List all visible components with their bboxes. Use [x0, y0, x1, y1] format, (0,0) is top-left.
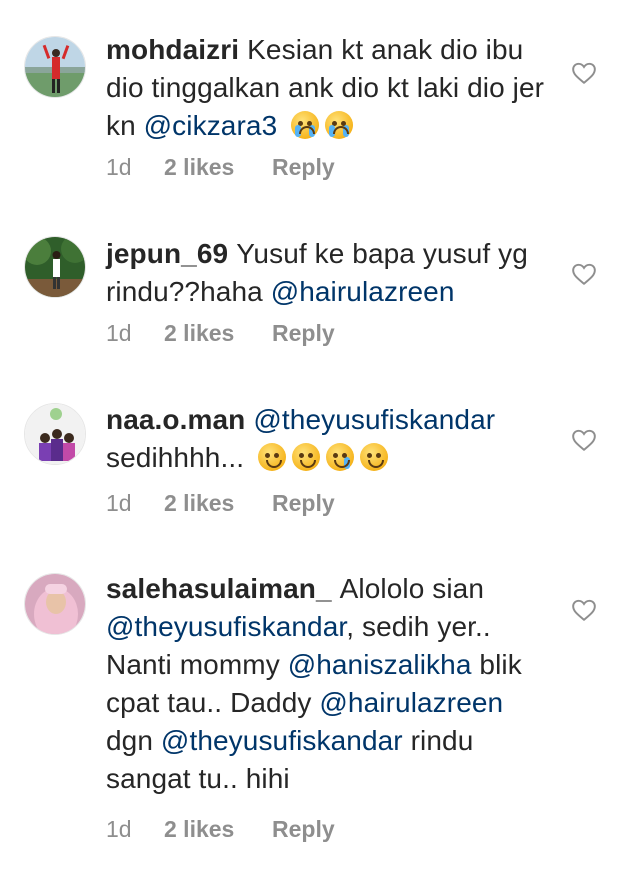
reply-button[interactable]: Reply: [272, 816, 335, 843]
comment-body: mohdaizri Kesian kt anak dio ibu dio ting…: [106, 31, 546, 145]
comment-username[interactable]: mohdaizri: [106, 34, 239, 65]
crying-face-icon: [325, 111, 354, 139]
like-heart-icon[interactable]: [571, 598, 597, 622]
reply-button[interactable]: Reply: [272, 154, 335, 181]
comment-meta: 1d 2 likes Reply: [106, 320, 335, 347]
comment-time[interactable]: 1d: [106, 154, 164, 181]
comment-text: sedihhhh...: [106, 442, 245, 473]
mention-link[interactable]: @hairulazreen: [271, 276, 455, 307]
sad-face-icon: [257, 443, 286, 471]
mention-link[interactable]: @haniszalikha: [288, 649, 472, 680]
comment-username[interactable]: salehasulaiman_: [106, 573, 332, 604]
sad-tear-face-icon: [325, 443, 354, 471]
mention-link[interactable]: @theyusufiskandar: [106, 611, 346, 642]
avatar[interactable]: [24, 403, 86, 465]
likes-count[interactable]: 2 likes: [164, 320, 272, 347]
like-heart-icon[interactable]: [571, 428, 597, 452]
comment-body: jepun_69 Yusuf ke bapa yusuf yg rindu??ha…: [106, 235, 546, 311]
comment-username[interactable]: jepun_69: [106, 238, 228, 269]
avatar[interactable]: [24, 36, 86, 98]
like-heart-icon[interactable]: [571, 262, 597, 286]
comment-text: Alololo sian: [339, 573, 485, 604]
crying-face-icon: [291, 111, 320, 139]
likes-count[interactable]: 2 likes: [164, 154, 272, 181]
reply-button[interactable]: Reply: [272, 490, 335, 517]
comment-meta: 1d 2 likes Reply: [106, 490, 335, 517]
sad-face-icon: [291, 443, 320, 471]
comment-text: dgn: [106, 725, 154, 756]
comment-body: naa.o.man @theyusufiskandar sedihhhh...: [106, 401, 546, 477]
comment-username[interactable]: naa.o.man: [106, 404, 245, 435]
comment-time[interactable]: 1d: [106, 490, 164, 517]
comment-time[interactable]: 1d: [106, 320, 164, 347]
comment-body: salehasulaiman_ Alololo sian @theyusufisk…: [106, 570, 546, 798]
avatar[interactable]: [24, 236, 86, 298]
mention-link[interactable]: @cikzara3: [144, 110, 278, 141]
avatar[interactable]: [24, 573, 86, 635]
comment-meta: 1d 2 likes Reply: [106, 154, 335, 181]
likes-count[interactable]: 2 likes: [164, 490, 272, 517]
sad-face-icon: [359, 443, 388, 471]
like-heart-icon[interactable]: [571, 61, 597, 85]
mention-link[interactable]: @theyusufiskandar: [253, 404, 495, 435]
mention-link[interactable]: @hairulazreen: [319, 687, 503, 718]
comment-meta: 1d 2 likes Reply: [106, 816, 335, 843]
likes-count[interactable]: 2 likes: [164, 816, 272, 843]
reply-button[interactable]: Reply: [272, 320, 335, 347]
comment-time[interactable]: 1d: [106, 816, 164, 843]
mention-link[interactable]: @theyusufiskandar: [161, 725, 403, 756]
